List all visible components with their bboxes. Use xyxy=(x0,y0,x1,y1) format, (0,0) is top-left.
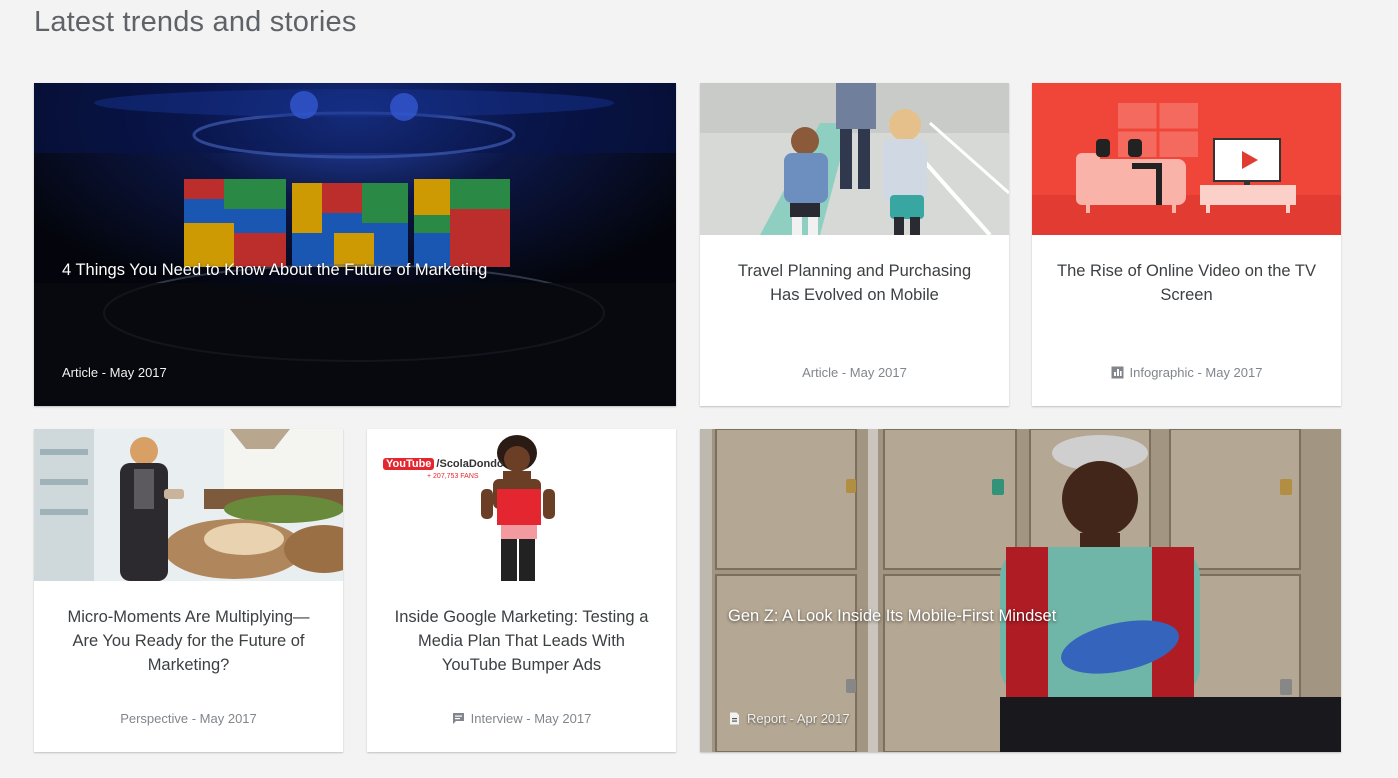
story-card-micro-moments[interactable]: Micro-Moments Are Multiplying—Are You Re… xyxy=(34,429,343,752)
card-meta: Article - May 2017 xyxy=(802,365,907,380)
card-meta: Article - May 2017 xyxy=(62,365,167,380)
card-meta-text: Interview - May 2017 xyxy=(470,711,592,726)
conference-hall-image xyxy=(34,83,676,406)
interview-icon xyxy=(452,712,465,725)
card-meta-text: Report - Apr 2017 xyxy=(747,711,850,726)
youtube-channel-logo: YouTube/ScolaDondo xyxy=(383,458,504,470)
lockers-image xyxy=(700,429,1341,752)
story-card-gen-z[interactable]: Gen Z: A Look Inside Its Mobile-First Mi… xyxy=(700,429,1341,752)
channel-fans: + 207,753 FANS xyxy=(427,473,479,480)
section-title: Latest trends and stories xyxy=(34,6,357,38)
card-title: Inside Google Marketing: Testing a Media… xyxy=(394,608,649,674)
infographic-icon xyxy=(1111,366,1124,379)
story-card-travel-planning[interactable]: Travel Planning and Purchasing Has Evolv… xyxy=(700,83,1009,406)
story-card-online-video-tv[interactable]: The Rise of Online Video on the TV Scree… xyxy=(1032,83,1341,406)
card-meta: Infographic - May 2017 xyxy=(1032,365,1341,380)
card-title: 4 Things You Need to Know About the Futu… xyxy=(62,261,488,279)
card-title: Travel Planning and Purchasing Has Evolv… xyxy=(737,262,972,304)
card-title: Gen Z: A Look Inside Its Mobile-First Mi… xyxy=(728,607,1057,625)
report-icon xyxy=(728,712,741,725)
trends-page: Latest trends and stories 4 Things You N… xyxy=(0,0,1398,778)
tv-illustration-image xyxy=(1032,83,1341,235)
travelers-image xyxy=(700,83,1009,235)
card-meta: Report - Apr 2017 xyxy=(728,711,850,726)
card-meta: Perspective - May 2017 xyxy=(120,711,257,726)
channel-name: /ScolaDondo xyxy=(436,458,504,470)
card-meta: Interview - May 2017 xyxy=(367,711,676,726)
story-card-youtube-bumper-ads[interactable]: YouTube/ScolaDondo + 207,753 FANS Inside… xyxy=(367,429,676,752)
card-title: The Rise of Online Video on the TV Scree… xyxy=(1057,262,1316,304)
card-meta-text: Infographic - May 2017 xyxy=(1129,365,1263,380)
youtube-wordmark: YouTube xyxy=(383,458,435,470)
youtuber-image: YouTube/ScolaDondo + 207,753 FANS xyxy=(367,429,676,581)
story-card-future-of-marketing[interactable]: 4 Things You Need to Know About the Futu… xyxy=(34,83,676,406)
shopper-image xyxy=(34,429,343,581)
card-title: Micro-Moments Are Multiplying—Are You Re… xyxy=(67,608,310,674)
